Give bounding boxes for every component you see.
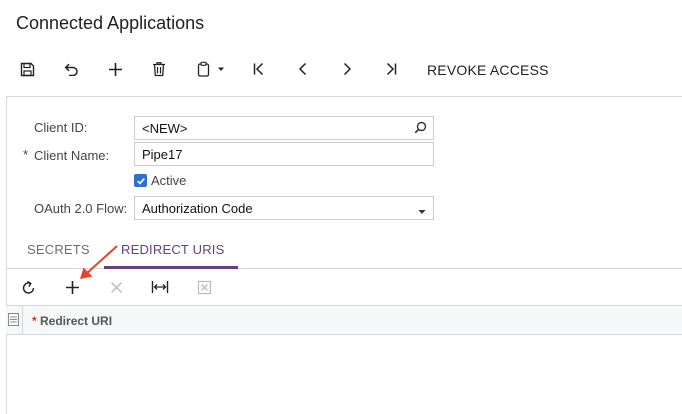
oauth-flow-label: OAuth 2.0 Flow: (34, 201, 128, 216)
refresh-icon (22, 280, 34, 294)
save-icon (20, 62, 34, 76)
trash-icon (153, 62, 165, 77)
caret-down-icon (218, 67, 224, 71)
client-id-label: Client ID: (34, 120, 88, 135)
oauth-flow-value: Authorization Code (142, 201, 253, 216)
caret-down-icon (417, 204, 427, 219)
save-button[interactable] (14, 52, 40, 86)
copy-paste-button[interactable] (190, 52, 232, 86)
add-record-button[interactable] (102, 52, 128, 86)
undo-icon (64, 63, 78, 76)
client-name-field[interactable]: Pipe17 (134, 142, 434, 166)
next-record-button[interactable] (334, 52, 360, 86)
client-id-field[interactable]: <NEW> (134, 116, 434, 140)
required-marker: * (32, 314, 37, 328)
grid-toolbar (6, 269, 682, 305)
grid-header: * Redirect URI (6, 305, 682, 335)
client-name-label: Client Name: (34, 148, 110, 163)
last-record-icon (386, 62, 397, 76)
undo-button[interactable] (58, 52, 84, 86)
tab-secrets[interactable]: SECRETS (27, 242, 90, 257)
delete-button[interactable] (146, 52, 172, 86)
checkmark-icon (136, 177, 145, 185)
clipboard-icon (197, 61, 210, 77)
row-selector-icon[interactable] (8, 313, 19, 331)
client-name-value: Pipe17 (142, 147, 183, 162)
column-separator (22, 306, 23, 335)
first-record-button[interactable] (246, 52, 272, 86)
search-icon[interactable] (414, 121, 427, 137)
first-record-icon (253, 62, 264, 76)
revoke-access-button[interactable]: REVOKE ACCESS (427, 62, 549, 78)
close-icon (110, 281, 122, 293)
client-id-value: <NEW> (142, 121, 188, 136)
required-marker: * (23, 147, 29, 162)
last-record-button[interactable] (378, 52, 404, 86)
excel-icon (197, 280, 211, 294)
page-title: Connected Applications (16, 13, 205, 33)
export-excel-button[interactable] (192, 275, 216, 299)
active-checkbox[interactable] (134, 174, 147, 187)
fit-width-icon (151, 281, 169, 293)
add-row-button[interactable] (60, 275, 84, 299)
main-toolbar (0, 52, 682, 86)
oauth-flow-select[interactable]: Authorization Code (134, 196, 434, 220)
refresh-button[interactable] (16, 275, 40, 299)
plus-icon (65, 280, 79, 294)
plus-icon (108, 62, 122, 76)
chevron-left-icon (298, 62, 307, 76)
previous-record-button[interactable] (290, 52, 316, 86)
column-header-redirect-uri[interactable]: * Redirect URI (32, 314, 112, 328)
active-label: Active (151, 173, 187, 188)
chevron-right-icon (343, 62, 352, 76)
fit-to-screen-button[interactable] (148, 275, 172, 299)
delete-row-button[interactable] (104, 275, 128, 299)
column-header-label: Redirect URI (40, 314, 113, 328)
tab-redirect-uris[interactable]: REDIRECT URIS (121, 242, 224, 257)
